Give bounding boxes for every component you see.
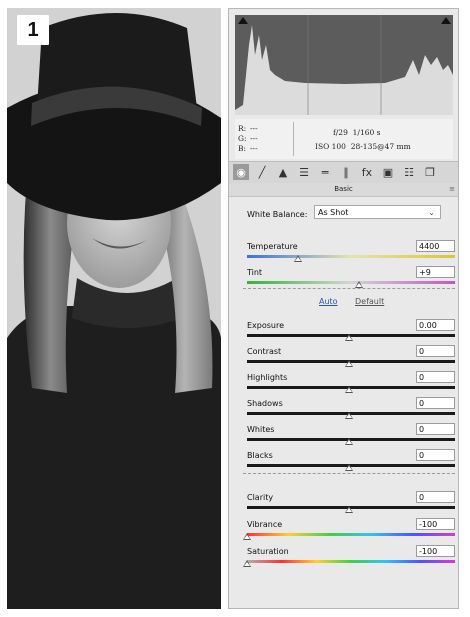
b-label: B: <box>238 144 247 153</box>
exposure-slider-thumb[interactable] <box>345 334 353 341</box>
lens-info: 28-135@47 mm <box>350 142 411 151</box>
chevron-down-icon: ⌄ <box>428 208 435 217</box>
contrast-label: Contrast <box>247 347 282 356</box>
tint-slider-track[interactable] <box>247 281 455 284</box>
whites-slider-thumb[interactable] <box>345 438 353 445</box>
white-balance-select[interactable]: As Shot ⌄ <box>314 205 441 219</box>
auto-button[interactable]: Auto <box>319 297 338 306</box>
highlight-clipping-warning-icon[interactable] <box>441 17 451 24</box>
portrait-image <box>7 8 221 609</box>
blacks-label: Blacks <box>247 451 273 460</box>
section-header: Basic ≡ <box>229 183 458 197</box>
r-label: R: <box>238 124 247 133</box>
exposure-label: Exposure <box>247 321 285 330</box>
tint-label: Tint <box>247 268 263 277</box>
vibrance-slider-thumb[interactable] <box>243 533 251 540</box>
shutter-speed: 1/160 s <box>352 128 381 137</box>
g-value: --- <box>250 134 258 143</box>
histogram <box>235 15 453 115</box>
camera-readout: R: --- G: --- B: --- f/29 1/160 s ISO 100 2… <box>235 119 453 159</box>
white-balance-value: As Shot <box>318 208 349 217</box>
photo-preview <box>7 8 221 609</box>
saturation-value-field[interactable]: -100 <box>416 545 455 557</box>
clarity-slider-thumb[interactable] <box>345 506 353 513</box>
shadows-value-field[interactable]: 0 <box>416 397 455 409</box>
blacks-value-field[interactable]: 0 <box>416 449 455 461</box>
white-balance-label: White Balance: <box>247 210 308 219</box>
effects-icon[interactable]: fx <box>359 164 375 180</box>
contrast-slider-thumb[interactable] <box>345 360 353 367</box>
b-value: --- <box>250 144 258 153</box>
temperature-value-field[interactable]: 4400 <box>416 240 455 252</box>
white-balance-separator <box>243 288 455 289</box>
split-toning-icon[interactable]: ═ <box>317 164 333 180</box>
figure-number-badge: 1 <box>17 15 49 45</box>
presets-icon[interactable]: ☷ <box>401 164 417 180</box>
vibrance-value-field[interactable]: -100 <box>416 518 455 530</box>
temperature-label: Temperature <box>247 242 298 251</box>
exposure-value-field[interactable]: 0.00 <box>416 319 455 331</box>
clarity-label: Clarity <box>247 493 274 502</box>
aperture-icon[interactable]: ◉ <box>233 164 249 180</box>
highlights-value-field[interactable]: 0 <box>416 371 455 383</box>
camera-calibration-icon[interactable]: ▣ <box>380 164 396 180</box>
shadows-slider-thumb[interactable] <box>345 412 353 419</box>
clarity-value-field[interactable]: 0 <box>416 491 455 503</box>
vibrance-label: Vibrance <box>247 520 283 529</box>
g-label: G: <box>238 134 247 143</box>
tone-separator <box>243 473 455 474</box>
exif-info: f/29 1/160 s ISO 100 28-135@47 mm <box>315 126 411 154</box>
r-value: --- <box>250 124 258 133</box>
panel-menu-icon[interactable]: ≡ <box>449 183 455 196</box>
saturation-label: Saturation <box>247 547 289 556</box>
histogram-graph <box>235 15 453 115</box>
temperature-slider-track[interactable] <box>247 255 455 258</box>
highlights-label: Highlights <box>247 373 288 382</box>
tint-value-field[interactable]: +9 <box>416 266 455 278</box>
contrast-value-field[interactable]: 0 <box>416 345 455 357</box>
rgb-readout: R: --- G: --- B: --- <box>238 124 262 154</box>
shadow-clipping-warning-icon[interactable] <box>238 17 248 24</box>
default-button[interactable]: Default <box>355 297 384 306</box>
aperture: f/29 <box>333 128 348 137</box>
camera-raw-panel: R: --- G: --- B: --- f/29 1/160 s ISO 100 2… <box>228 8 459 609</box>
readout-divider <box>293 122 294 156</box>
panel-tabs: ◉ ╱ ▲ ☰ ═ ∥ fx ▣ ☷ ❐ <box>229 161 458 184</box>
highlights-slider-thumb[interactable] <box>345 386 353 393</box>
saturation-slider-track[interactable] <box>247 560 455 563</box>
shadows-label: Shadows <box>247 399 283 408</box>
whites-label: Whites <box>247 425 275 434</box>
vibrance-slider-track[interactable] <box>247 533 455 536</box>
tone-curve-icon[interactable]: ╱ <box>254 164 270 180</box>
lens-corrections-icon[interactable]: ∥ <box>338 164 354 180</box>
blacks-slider-thumb[interactable] <box>345 464 353 471</box>
detail-icon[interactable]: ▲ <box>275 164 291 180</box>
snapshots-icon[interactable]: ❐ <box>422 164 438 180</box>
hsl-icon[interactable]: ☰ <box>296 164 312 180</box>
saturation-slider-thumb[interactable] <box>243 560 251 567</box>
whites-value-field[interactable]: 0 <box>416 423 455 435</box>
iso: ISO 100 <box>315 142 346 151</box>
temperature-slider-thumb[interactable] <box>294 255 302 262</box>
tint-slider-thumb[interactable] <box>355 281 364 288</box>
section-title: Basic <box>334 185 353 193</box>
